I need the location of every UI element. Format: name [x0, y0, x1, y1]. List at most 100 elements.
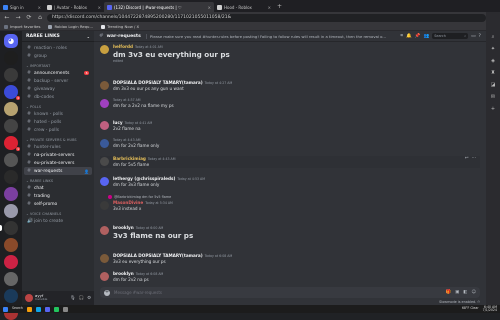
avatar[interactable]	[25, 294, 33, 302]
avatar[interactable]	[100, 226, 109, 235]
bell-icon[interactable]: 🔔	[406, 34, 412, 39]
add-icon[interactable]: +	[491, 106, 495, 112]
url-input[interactable]: https://discord.com/channels/10447228748…	[47, 13, 486, 22]
avatar[interactable]	[100, 121, 109, 130]
channel-item-hated-polls[interactable]: # hated - polls	[24, 118, 92, 126]
games-icon[interactable]: ♜	[491, 70, 495, 76]
gear-icon[interactable]: ⚙	[87, 296, 91, 301]
forward-button[interactable]: →	[14, 14, 22, 21]
sticker-icon[interactable]: ◧	[463, 290, 467, 295]
message-author[interactable]: brooklyn	[113, 225, 134, 230]
members-icon[interactable]: 👥	[423, 34, 429, 39]
server-icon[interactable]	[4, 51, 18, 65]
home-button[interactable]: ⌂	[36, 14, 44, 21]
channel-item-war-requests[interactable]: # war-requests 👤	[24, 167, 92, 175]
reply-preview[interactable]: @Barbrickimiag dm for 5v5 flame	[108, 195, 171, 199]
more-icon[interactable]: ⋯	[472, 156, 476, 161]
message-author[interactable]: lucy	[113, 120, 123, 125]
emoji-icon[interactable]: ☺	[471, 290, 476, 295]
channel-item-giveaway[interactable]: # giveaway	[24, 85, 92, 93]
discord-home-button[interactable]: ◕	[4, 34, 18, 48]
avatar[interactable]	[100, 157, 109, 166]
new-tab-icon[interactable]: +	[277, 3, 282, 10]
avatar[interactable]	[100, 272, 109, 281]
server-icon[interactable]	[4, 272, 18, 286]
threads-icon[interactable]: ⌗	[400, 33, 403, 39]
avatar[interactable]	[100, 81, 109, 90]
tools-icon[interactable]: ✦	[491, 46, 495, 52]
app-icon[interactable]	[62, 306, 68, 312]
bookmark-item[interactable]: Roblox Login Requ...	[48, 24, 93, 29]
channel-topic[interactable]: Please make sure you read #hunter-rules …	[145, 33, 398, 39]
weather[interactable]: 68°F Clear	[462, 306, 479, 310]
refresh-button[interactable]: ⟳	[25, 14, 33, 21]
channel-category[interactable]: ⌄ RAREE LINKS	[26, 179, 92, 183]
channel-item-chat[interactable]: # chat	[24, 184, 92, 192]
file-explorer-icon[interactable]	[26, 306, 32, 312]
discord-icon[interactable]	[44, 306, 50, 312]
taskbar-search[interactable]: Search	[12, 306, 23, 310]
browser-tab[interactable]: Sign in ×	[0, 2, 44, 12]
server-header[interactable]: RAREE LINKS ⌄	[22, 31, 94, 42]
avatar[interactable]	[100, 254, 109, 263]
windows-start-icon[interactable]	[3, 306, 8, 312]
server-icon[interactable]: 4	[4, 85, 20, 100]
channel-category[interactable]: ⌄ POLLS	[26, 105, 92, 109]
avatar[interactable]	[100, 201, 109, 210]
shopping-icon[interactable]: ◈	[491, 58, 495, 64]
channel-item-hunter-rules[interactable]: # hunter-rules	[24, 143, 92, 151]
browser-tab[interactable]: | Avatar - Roblox ×	[44, 2, 104, 12]
close-icon[interactable]: ×	[98, 5, 101, 10]
channel-item-na-private-servers[interactable]: # na-private-servers	[24, 151, 92, 159]
channel-item-db-codes[interactable]: # db-codes	[24, 93, 92, 101]
message-author[interactable]: DOPSIALA DOPSIALY TAMARY(tamara)	[113, 80, 203, 85]
gift-icon[interactable]: 🎁	[446, 290, 451, 295]
server-icon[interactable]	[4, 102, 18, 116]
server-icon[interactable]	[4, 255, 18, 269]
server-icon[interactable]	[4, 187, 18, 201]
gif-icon[interactable]: ▣	[455, 290, 459, 295]
channel-category[interactable]: ⌄ IMPORTANT	[26, 64, 92, 68]
microphone-icon[interactable]: 🎙	[70, 296, 76, 301]
attach-plus-icon[interactable]: +	[104, 289, 110, 296]
channel-item-reaction-roles[interactable]: # reaction - roles	[24, 44, 92, 52]
server-icon[interactable]	[4, 153, 18, 167]
server-icon[interactable]	[4, 170, 18, 184]
server-icon[interactable]	[4, 289, 18, 303]
channel-category[interactable]: ⌄ VOICE CHANNELS	[26, 212, 92, 216]
message-input[interactable]: + Message #war-requests 🎁 ▣ ◧ ☺	[100, 287, 480, 298]
browser-tab[interactable]: (132) Discord | #war-requests | ♡ ×	[104, 2, 214, 12]
browser-tab[interactable]: Hood - Roblox ×	[214, 2, 274, 12]
chevron-down-icon[interactable]: ⌄	[87, 34, 90, 39]
message-author[interactable]: brooklyn	[113, 271, 134, 276]
add-member-icon[interactable]: 👤	[84, 169, 89, 174]
edge-icon[interactable]	[35, 306, 41, 312]
close-icon[interactable]: ×	[268, 5, 271, 10]
channel-item-join-to-create[interactable]: 🔊 join to create	[24, 217, 92, 225]
channel-item-trading[interactable]: # trading	[24, 192, 92, 200]
channel-item-group[interactable]: # group	[24, 52, 92, 60]
avatar[interactable]	[100, 45, 109, 54]
avatar[interactable]	[100, 177, 109, 186]
outlook-icon[interactable]: ✉	[491, 94, 495, 100]
pin-icon[interactable]: 📌	[415, 34, 421, 39]
server-icon[interactable]	[0, 221, 18, 235]
clock-date[interactable]: 7/1/2024	[483, 308, 497, 312]
reply-icon[interactable]: ↩	[465, 156, 469, 161]
bookmark-item[interactable]: Import favorites	[4, 24, 40, 29]
message-author[interactable]: MasonDivine	[113, 200, 143, 205]
channel-item-known-polls[interactable]: # known - polls	[24, 110, 92, 118]
server-icon[interactable]	[4, 68, 18, 82]
channel-category[interactable]: ⌄ PRIVATE SERVERS & HUBS	[26, 138, 92, 142]
channel-item-eu-private-servers[interactable]: # eu-private-servers	[24, 159, 92, 167]
inbox-icon[interactable]: ▭	[471, 34, 475, 39]
back-button[interactable]: ←	[3, 14, 11, 21]
channel-item-announcements[interactable]: # announcements 6	[24, 69, 92, 77]
headphones-icon[interactable]: 🎧	[79, 296, 84, 301]
bookmark-item[interactable]: Trending Now / X	[101, 24, 139, 29]
avatar[interactable]	[100, 139, 109, 148]
search-icon[interactable]: ⌕	[492, 34, 495, 40]
office-icon[interactable]: ◪	[491, 82, 496, 88]
message-author[interactable]: lethergy (@chrisspiraleds)	[113, 176, 175, 181]
server-icon[interactable]	[4, 238, 18, 252]
